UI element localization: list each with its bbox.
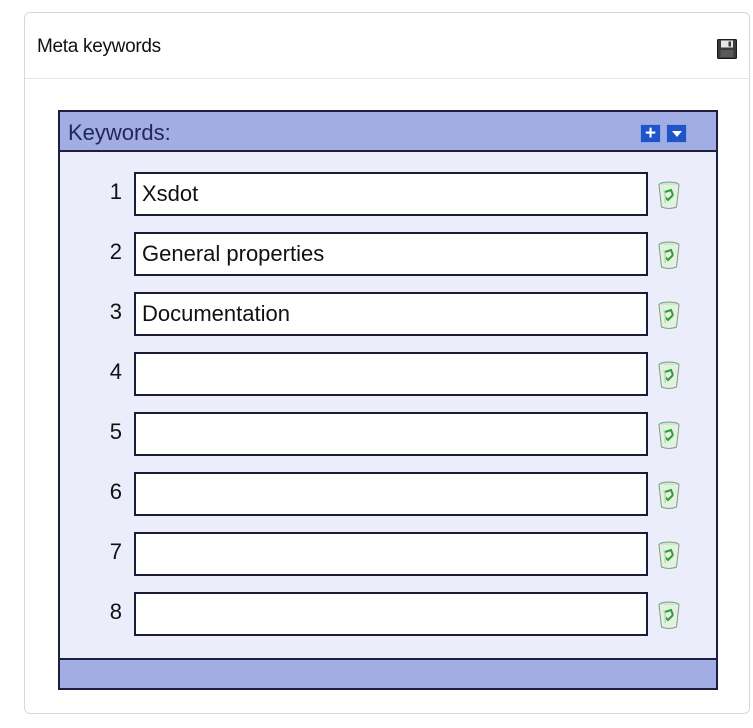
keyword-row: 4 (60, 352, 716, 398)
keyword-input[interactable] (134, 592, 648, 636)
delete-keyword-icon[interactable] (655, 540, 683, 570)
keyword-row-number: 2 (109, 239, 122, 264)
keyword-row: 7 (60, 532, 716, 578)
keywords-label: Keywords: (68, 120, 171, 145)
delete-keyword-icon[interactable] (655, 360, 683, 390)
plus-icon: + (644, 123, 657, 144)
meta-keywords-panel: Meta keywords Keywords: + 1 2 3 4 5 6 7 8 (24, 12, 750, 714)
keyword-row-number: 3 (109, 299, 122, 324)
delete-keyword-icon[interactable] (655, 240, 683, 270)
delete-keyword-icon[interactable] (655, 420, 683, 450)
keyword-row: 6 (60, 472, 716, 518)
save-icon[interactable] (717, 39, 737, 59)
keyword-row-number: 1 (109, 179, 122, 204)
keywords-footer (60, 658, 716, 688)
keyword-row-number: 7 (109, 539, 122, 564)
keywords-list-box: Keywords: + 1 2 3 4 5 6 7 8 (58, 110, 718, 690)
keyword-row-number: 6 (109, 479, 122, 504)
delete-keyword-icon[interactable] (655, 300, 683, 330)
delete-keyword-icon[interactable] (655, 180, 683, 210)
keyword-input[interactable] (134, 172, 648, 216)
keyword-input[interactable] (134, 412, 648, 456)
add-keyword-button[interactable]: + (640, 124, 661, 143)
keyword-row-number: 4 (109, 359, 122, 384)
panel-header: Meta keywords (25, 13, 749, 79)
keyword-row: 2 (60, 232, 716, 278)
keyword-input[interactable] (134, 472, 648, 516)
keyword-row-number: 8 (109, 599, 122, 624)
keyword-input[interactable] (134, 232, 648, 276)
chevron-down-icon (671, 130, 682, 137)
keyword-input[interactable] (134, 292, 648, 336)
delete-keyword-icon[interactable] (655, 600, 683, 630)
keyword-input[interactable] (134, 532, 648, 576)
keyword-input[interactable] (134, 352, 648, 396)
keywords-menu-button[interactable] (666, 124, 687, 143)
keyword-row-number: 5 (109, 419, 122, 444)
keywords-header: Keywords: + (60, 112, 716, 152)
keyword-row: 5 (60, 412, 716, 458)
keyword-row: 1 (60, 172, 716, 218)
keyword-row: 3 (60, 292, 716, 338)
panel-title: Meta keywords (37, 36, 161, 57)
keyword-row: 8 (60, 592, 716, 638)
delete-keyword-icon[interactable] (655, 480, 683, 510)
